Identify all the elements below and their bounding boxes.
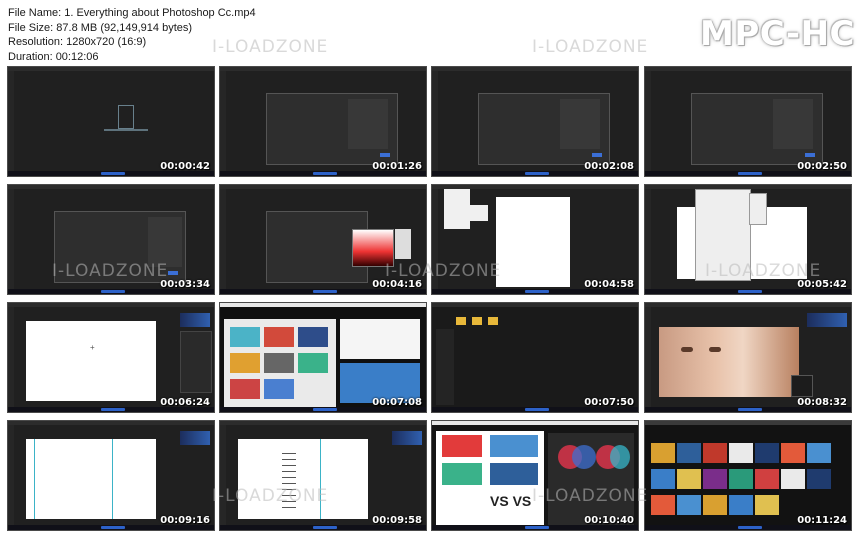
thumbnail[interactable]: + 00:06:24 xyxy=(7,302,215,413)
timestamp: 00:02:50 xyxy=(797,161,847,172)
thumbnail[interactable]: 00:03:34 xyxy=(7,184,215,295)
timestamp: 00:07:50 xyxy=(584,397,634,408)
thumbnail[interactable]: 00:04:58 xyxy=(431,184,639,295)
thumbnail[interactable]: 00:04:16 xyxy=(219,184,427,295)
timestamp: 00:09:58 xyxy=(372,515,422,526)
timestamp: 00:11:24 xyxy=(797,515,847,526)
timestamp: 00:09:16 xyxy=(160,515,210,526)
file-info: File Name: 1. Everything about Photoshop… xyxy=(8,6,256,64)
thumbnail[interactable]: 00:11:24 xyxy=(644,420,852,531)
timestamp: 00:07:08 xyxy=(372,397,422,408)
file-name: File Name: 1. Everything about Photoshop… xyxy=(8,7,256,19)
thumbnail[interactable]: 00:07:50 xyxy=(431,302,639,413)
timestamp: 00:00:42 xyxy=(160,161,210,172)
thumbnail[interactable]: 00:07:08 xyxy=(219,302,427,413)
timestamp: 00:04:58 xyxy=(584,279,634,290)
timestamp: 00:04:16 xyxy=(372,279,422,290)
thumbnail[interactable]: 00:09:16 xyxy=(7,420,215,531)
resolution: Resolution: 1280x720 (16:9) xyxy=(8,36,147,48)
timestamp: 00:03:34 xyxy=(160,279,210,290)
thumbnail[interactable]: 00:02:50 xyxy=(644,66,852,177)
timestamp: 00:10:40 xyxy=(584,515,634,526)
mpc-hc-logo: MPC-HC xyxy=(700,14,856,54)
timestamp: 00:01:26 xyxy=(372,161,422,172)
thumbnail[interactable]: VS VS 00:10:40 xyxy=(431,420,639,531)
timestamp: 00:02:08 xyxy=(584,161,634,172)
thumbnail[interactable]: 00:02:08 xyxy=(431,66,639,177)
duration: Duration: 00:12:06 xyxy=(8,50,99,63)
timestamp: 00:08:32 xyxy=(797,397,847,408)
thumbnail[interactable]: 00:08:32 xyxy=(644,302,852,413)
thumbnail[interactable]: 00:00:42 xyxy=(7,66,215,177)
timestamp: 00:06:24 xyxy=(160,397,210,408)
timestamp: 00:05:42 xyxy=(797,279,847,290)
thumbnail[interactable]: 00:01:26 xyxy=(219,66,427,177)
watermark: I-LOADZONE xyxy=(532,37,649,57)
file-size: File Size: 87.8 MB (92,149,914 bytes) xyxy=(8,21,193,34)
thumbnail[interactable]: 00:05:42 xyxy=(644,184,852,295)
thumbnail[interactable]: 00:09:58 xyxy=(219,420,427,531)
